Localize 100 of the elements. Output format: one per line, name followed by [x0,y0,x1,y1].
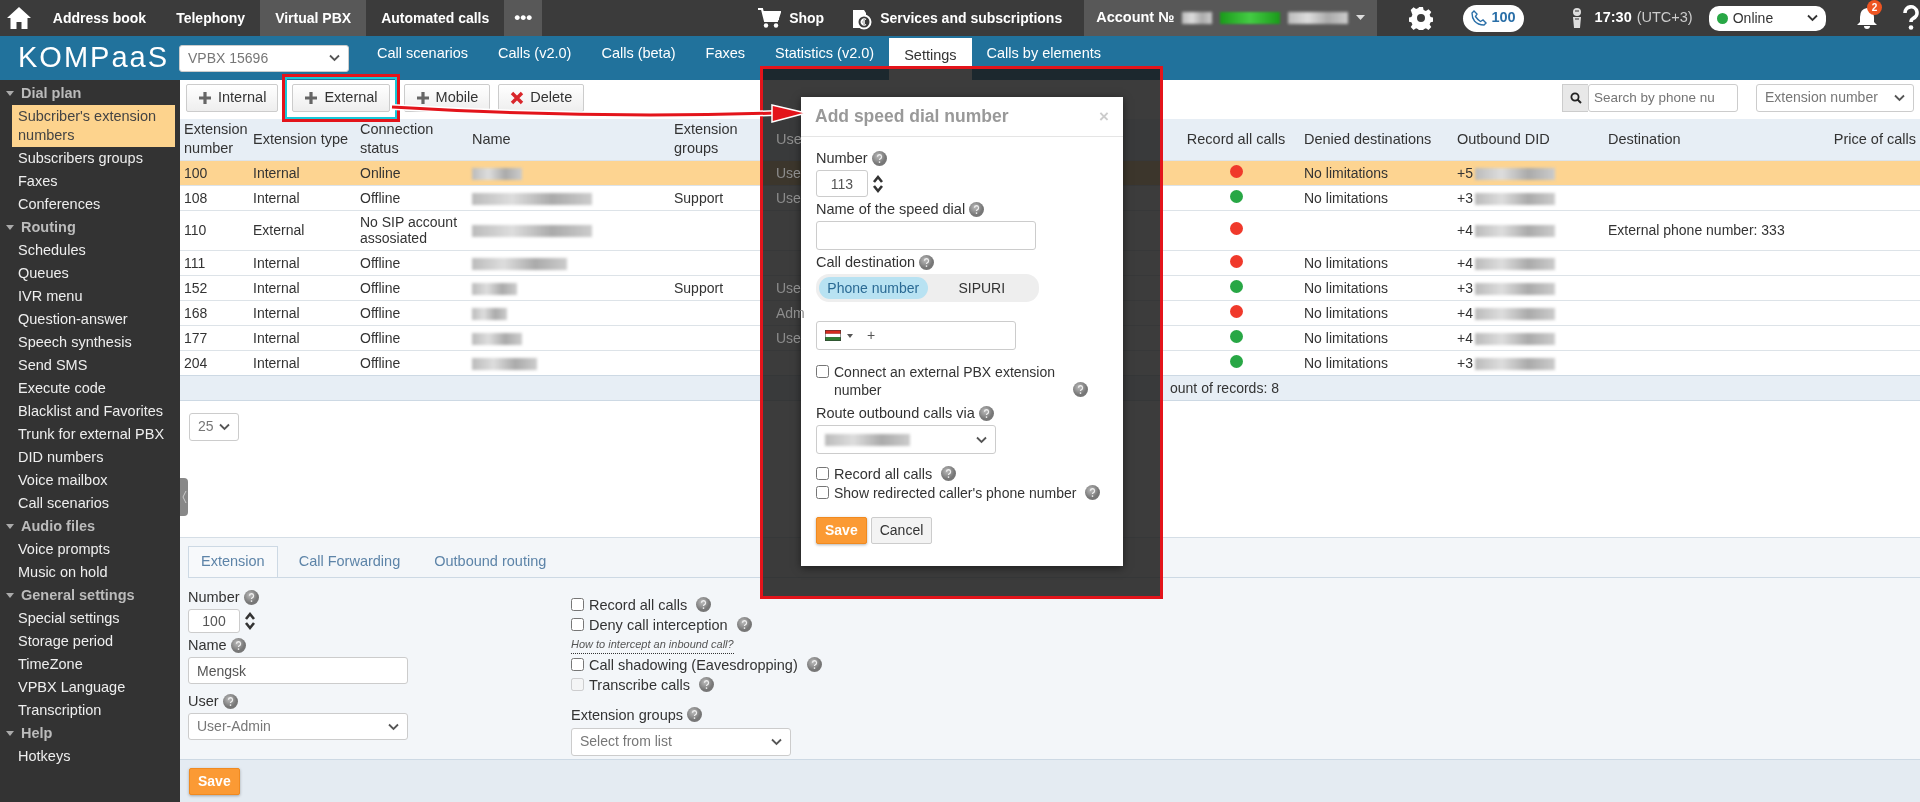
groups-select[interactable]: Select from list [571,727,791,756]
sidebar-item[interactable]: Call scenarios [0,492,180,515]
vpbx-select[interactable]: VPBX 15696 [179,44,349,72]
section-tab[interactable]: Call scenarios [362,36,484,80]
cancel-button[interactable]: Cancel [870,517,933,544]
table-cell: Offline [360,254,401,271]
number-field[interactable]: 113 [816,170,868,197]
table-cell: Support [674,279,724,296]
checkbox[interactable] [571,618,584,631]
table-cell: No limitations [1304,189,1389,206]
nav-tab[interactable]: Automated calls [366,0,505,36]
account-menu[interactable]: Account № [1084,0,1378,36]
sidebar-item[interactable]: Send SMS [0,354,180,377]
sort-select[interactable]: Extension number [1756,83,1914,112]
checkbox[interactable] [571,657,584,671]
add-button[interactable]: External [292,83,390,112]
table-cell: Internal [253,254,300,271]
help-link[interactable]: How to intercept an inbound call? [571,636,734,654]
sidebar-item[interactable]: Subscribers groups [0,147,180,170]
checkbox[interactable] [571,598,584,611]
collapse-handle[interactable] [180,478,188,516]
notification-count: 2 [1867,0,1882,15]
section-tab[interactable]: Faxes [690,36,761,80]
sidebar-item[interactable]: Trunk for external PBX [0,423,180,446]
table-cell: 152 [184,279,208,296]
section-tab[interactable]: Calls (v2.0) [483,36,587,80]
sidebar-section[interactable]: Audio files [0,515,180,538]
sidebar-section[interactable]: Routing [0,216,180,239]
table-cell: +3 [1457,279,1473,296]
settings-icon[interactable] [1409,6,1434,30]
field-label: Number [816,149,868,167]
field-label: Call destination [816,253,916,271]
editor-tab[interactable]: Extension [188,546,278,577]
sidebar-item[interactable]: Subcriber's extension numbers [12,105,175,147]
chevron-icon [976,435,987,444]
table-cell: Use [776,189,801,206]
services-link[interactable]: Services and subscriptions [880,0,1063,36]
sidebar-section[interactable]: General settings [0,584,180,607]
name-field[interactable]: Mengsk [188,657,408,684]
table-cell: Offline [360,304,401,321]
sidebar-item[interactable]: Conferences [0,193,180,216]
more-button[interactable]: ••• [504,0,543,36]
nav-tab[interactable]: Telephony [161,0,261,36]
dialog-title: Add speed dial number [815,105,1009,129]
sidebar-item[interactable]: Transcription [0,699,180,722]
sidebar-item[interactable]: Storage period [0,630,180,653]
flag-icon[interactable] [825,330,841,341]
sidebar-item[interactable]: Schedules [0,239,180,262]
sidebar-item[interactable]: Hotkeys [0,745,180,768]
blurred-text [472,332,522,345]
sidebar-item[interactable]: VPBX Language [0,676,180,699]
nav-tab[interactable]: Virtual PBX [260,0,367,36]
sidebar-item[interactable]: IVR menu [0,285,180,308]
sidebar-item[interactable]: Question-answer [0,308,180,331]
sidebar-item[interactable]: Speech synthesis [0,331,180,354]
search-button[interactable] [1562,83,1588,112]
sidebar-section[interactable]: Help [0,722,180,745]
column-header[interactable]: Use [776,129,1168,149]
chevron-icon [1807,14,1818,22]
toggle-option[interactable]: SIPURI [927,277,1036,299]
call-counter[interactable]: 100 [1463,4,1524,32]
toggle-option[interactable]: Phone number [819,277,928,299]
editor-tab[interactable]: Outbound routing [421,546,560,577]
field-label: Name of the speed dial [816,200,966,218]
sidebar-item[interactable]: Voice prompts [0,538,180,561]
delete-button[interactable]: Delete [498,83,585,112]
checkbox[interactable] [816,467,829,480]
sidebar-item[interactable]: Music on hold [0,561,180,584]
sidebar-item[interactable]: TimeZone [0,653,180,676]
sidebar-item[interactable]: Voice mailbox [0,469,180,492]
search-field[interactable]: Search by phone nu [1588,83,1738,112]
sidebar-item[interactable]: Execute code [0,377,180,400]
help-icon[interactable] [1902,5,1920,31]
page-size-select[interactable]: 25 [189,412,239,441]
table-cell: Internal [253,304,300,321]
home-icon[interactable] [5,6,32,30]
checkbox[interactable] [816,365,829,378]
sidebar-section[interactable]: Dial plan [0,82,180,105]
shop-link[interactable]: Shop [789,0,825,36]
logo: KOMPaaS [18,40,168,76]
name-field[interactable] [816,221,1036,250]
nav-tab[interactable]: Address book [37,0,162,36]
presence-select[interactable]: Online [1708,5,1826,31]
sidebar-item[interactable]: Faxes [0,170,180,193]
checkbox[interactable] [816,486,829,499]
editor-tab[interactable]: Call Forwarding [285,546,414,577]
table-cell: +4 [1457,254,1473,271]
add-button[interactable]: Internal [186,83,279,112]
sidebar-item[interactable]: DID numbers [0,446,180,469]
phone-field[interactable]: + [816,321,1016,350]
spinner-icon[interactable] [872,173,884,194]
section-tab[interactable]: Calls (beta) [586,36,691,80]
blurred-text [1220,12,1281,24]
sidebar-item[interactable]: Special settings [0,607,180,630]
sidebar-item[interactable]: Queues [0,262,180,285]
sidebar-item[interactable]: Blacklist and Favorites [0,400,180,423]
number-field[interactable]: 100 [188,609,240,633]
cart-icon[interactable] [757,7,782,29]
user-select[interactable]: User-Admin [188,713,408,740]
spinner-icon[interactable] [244,611,256,631]
